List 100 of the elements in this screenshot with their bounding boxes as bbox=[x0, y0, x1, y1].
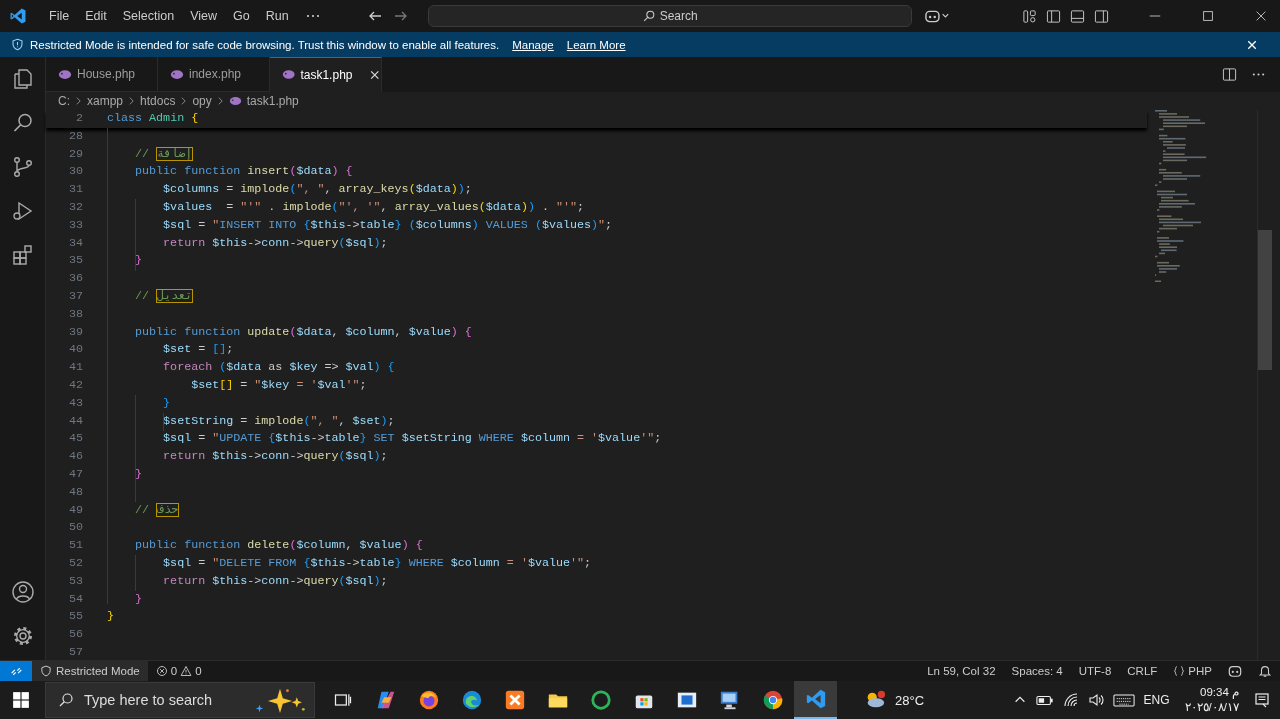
elephant-icon bbox=[170, 68, 184, 80]
shield-icon bbox=[40, 665, 52, 677]
restricted-mode-status[interactable]: Restricted Mode bbox=[32, 661, 148, 681]
wifi-icon[interactable] bbox=[1062, 692, 1079, 708]
close-icon[interactable] bbox=[1254, 9, 1268, 23]
braces-icon bbox=[1173, 665, 1186, 677]
volume-icon[interactable] bbox=[1087, 692, 1104, 708]
menu-item[interactable]: Edit bbox=[77, 9, 115, 23]
line-number: 40 bbox=[67, 341, 83, 359]
elephant-icon bbox=[58, 68, 72, 80]
code-line: public function update($data, $column, $value) { bbox=[134, 323, 472, 341]
error-icon bbox=[155, 665, 168, 677]
secondary-sidebar-icon[interactable] bbox=[1094, 8, 1109, 24]
line-number: 45 bbox=[67, 430, 83, 448]
taskbar-search-field[interactable]: Type here to search bbox=[45, 682, 315, 718]
menu-item[interactable]: Run bbox=[257, 9, 297, 23]
line-number: 38 bbox=[67, 305, 83, 323]
search-field[interactable]: Search bbox=[427, 5, 912, 27]
sidebar-toggle-icon[interactable] bbox=[1046, 8, 1061, 24]
code-line: $sql = "DELETE FROM {$this->table} WHERE $column = '$value'"; bbox=[162, 554, 592, 572]
elephant-icon bbox=[228, 96, 242, 106]
code-line: $set = []; bbox=[162, 341, 234, 359]
line-ending-status[interactable]: CRLF bbox=[1119, 665, 1166, 677]
breadcrumb-item[interactable]: task1.php bbox=[246, 94, 299, 108]
indentation-status[interactable]: Spaces: 4 bbox=[1003, 665, 1071, 677]
line-number: 32 bbox=[67, 199, 83, 216]
clock-date[interactable]: ٢٠٢٥/٠٨/١٧ bbox=[1184, 700, 1239, 715]
cursor-position[interactable]: Ln 59, Col 32 bbox=[919, 665, 1004, 677]
editor-tab[interactable]: task1.php bbox=[270, 57, 382, 92]
editor-tab[interactable]: House.php bbox=[46, 57, 158, 92]
code-line: $values = "'" . implode("', '", array_values($data)) . "'"; bbox=[162, 199, 585, 216]
line-number: 53 bbox=[67, 572, 83, 590]
notification-icon[interactable] bbox=[1254, 692, 1270, 708]
menu-item[interactable]: File bbox=[41, 9, 78, 23]
keyboard-icon[interactable] bbox=[1112, 693, 1135, 707]
line-number: 56 bbox=[67, 626, 83, 644]
line-number: 41 bbox=[67, 359, 83, 377]
scrollbar-thumb[interactable] bbox=[1258, 230, 1272, 370]
bell-icon[interactable] bbox=[1258, 664, 1272, 678]
code-line: // إضافة bbox=[134, 145, 194, 163]
account-icon[interactable] bbox=[10, 580, 35, 604]
breadcrumb-item[interactable]: htdocs bbox=[140, 94, 176, 108]
robot-face-icon[interactable] bbox=[924, 8, 951, 24]
banner-link[interactable]: Learn More bbox=[566, 38, 626, 51]
line-number: 34 bbox=[67, 234, 83, 252]
line-number: 55 bbox=[67, 608, 83, 626]
code-line: } bbox=[134, 465, 143, 483]
shield-icon bbox=[11, 38, 24, 51]
language-mode[interactable]: PHP bbox=[1165, 665, 1220, 677]
windows-logo-icon[interactable] bbox=[12, 691, 30, 709]
circle-logo-icon bbox=[761, 689, 784, 711]
line-number: 47 bbox=[67, 465, 83, 483]
close-icon[interactable] bbox=[1246, 38, 1258, 51]
line-number: 28 bbox=[67, 127, 83, 145]
code-line: $columns = implode(", ", array_keys($data)); bbox=[162, 181, 472, 199]
maximize-icon[interactable] bbox=[1201, 9, 1215, 23]
code-editor-icon bbox=[804, 688, 827, 710]
banner-message: Restricted Mode is intended for safe code browsing. Trust this window to enable all features. bbox=[30, 38, 500, 51]
robot-face-icon[interactable] bbox=[1228, 664, 1242, 678]
split-editor-icon[interactable] bbox=[1222, 67, 1237, 82]
ring-icon bbox=[589, 689, 612, 711]
close-icon[interactable] bbox=[369, 68, 381, 81]
breadcrumb-item[interactable]: opy bbox=[192, 94, 212, 108]
warning-icon bbox=[180, 665, 193, 677]
code-line: $setString = implode(", ", $set); bbox=[162, 412, 395, 430]
breadcrumb-item[interactable]: xampp bbox=[87, 94, 124, 108]
line-number: 46 bbox=[67, 448, 83, 466]
banner-link[interactable]: Manage bbox=[512, 38, 554, 51]
line-number: 35 bbox=[67, 252, 83, 270]
weather-widget[interactable]: 28°C bbox=[863, 689, 925, 711]
line-number: 49 bbox=[67, 501, 83, 519]
encoding-status[interactable]: UTF-8 bbox=[1070, 665, 1120, 677]
code-line: // تعديل bbox=[134, 287, 194, 305]
input-language[interactable]: ENG bbox=[1143, 693, 1170, 707]
wave-globe-icon bbox=[460, 689, 483, 711]
menu-item[interactable]: Selection bbox=[114, 9, 183, 23]
panel-toggle-icon[interactable] bbox=[1070, 8, 1085, 24]
code-line: return $this->conn->query($sql); bbox=[162, 572, 388, 590]
line-number: 37 bbox=[67, 287, 83, 305]
layout-icon[interactable] bbox=[1022, 8, 1037, 24]
line-number: 36 bbox=[67, 270, 83, 288]
line-number: 33 bbox=[67, 216, 83, 234]
code-line: $sql = "INSERT INTO {$this->table} ($columns) VALUES ($values)"; bbox=[162, 216, 613, 234]
menu-item[interactable]: View bbox=[182, 9, 225, 23]
line-number: 44 bbox=[67, 412, 83, 430]
code-line: } bbox=[107, 608, 114, 626]
chevron-right-icon bbox=[75, 96, 82, 106]
battery-icon[interactable] bbox=[1035, 694, 1054, 706]
problems-status[interactable]: 0 0 bbox=[147, 665, 210, 677]
clock-time[interactable]: 09:34 م bbox=[1200, 685, 1239, 700]
chevron-right-icon bbox=[216, 96, 224, 106]
line-number: 2 bbox=[75, 110, 83, 127]
breadcrumb-item[interactable]: C: bbox=[58, 94, 70, 108]
code-line: // حذف bbox=[134, 501, 180, 519]
vscode-logo-icon bbox=[9, 7, 27, 25]
line-number: 30 bbox=[67, 163, 83, 181]
chevron-right-icon bbox=[180, 96, 188, 106]
menu-item[interactable]: Go bbox=[225, 9, 258, 23]
line-number: 57 bbox=[67, 643, 83, 661]
extensions-icon[interactable] bbox=[10, 243, 35, 267]
